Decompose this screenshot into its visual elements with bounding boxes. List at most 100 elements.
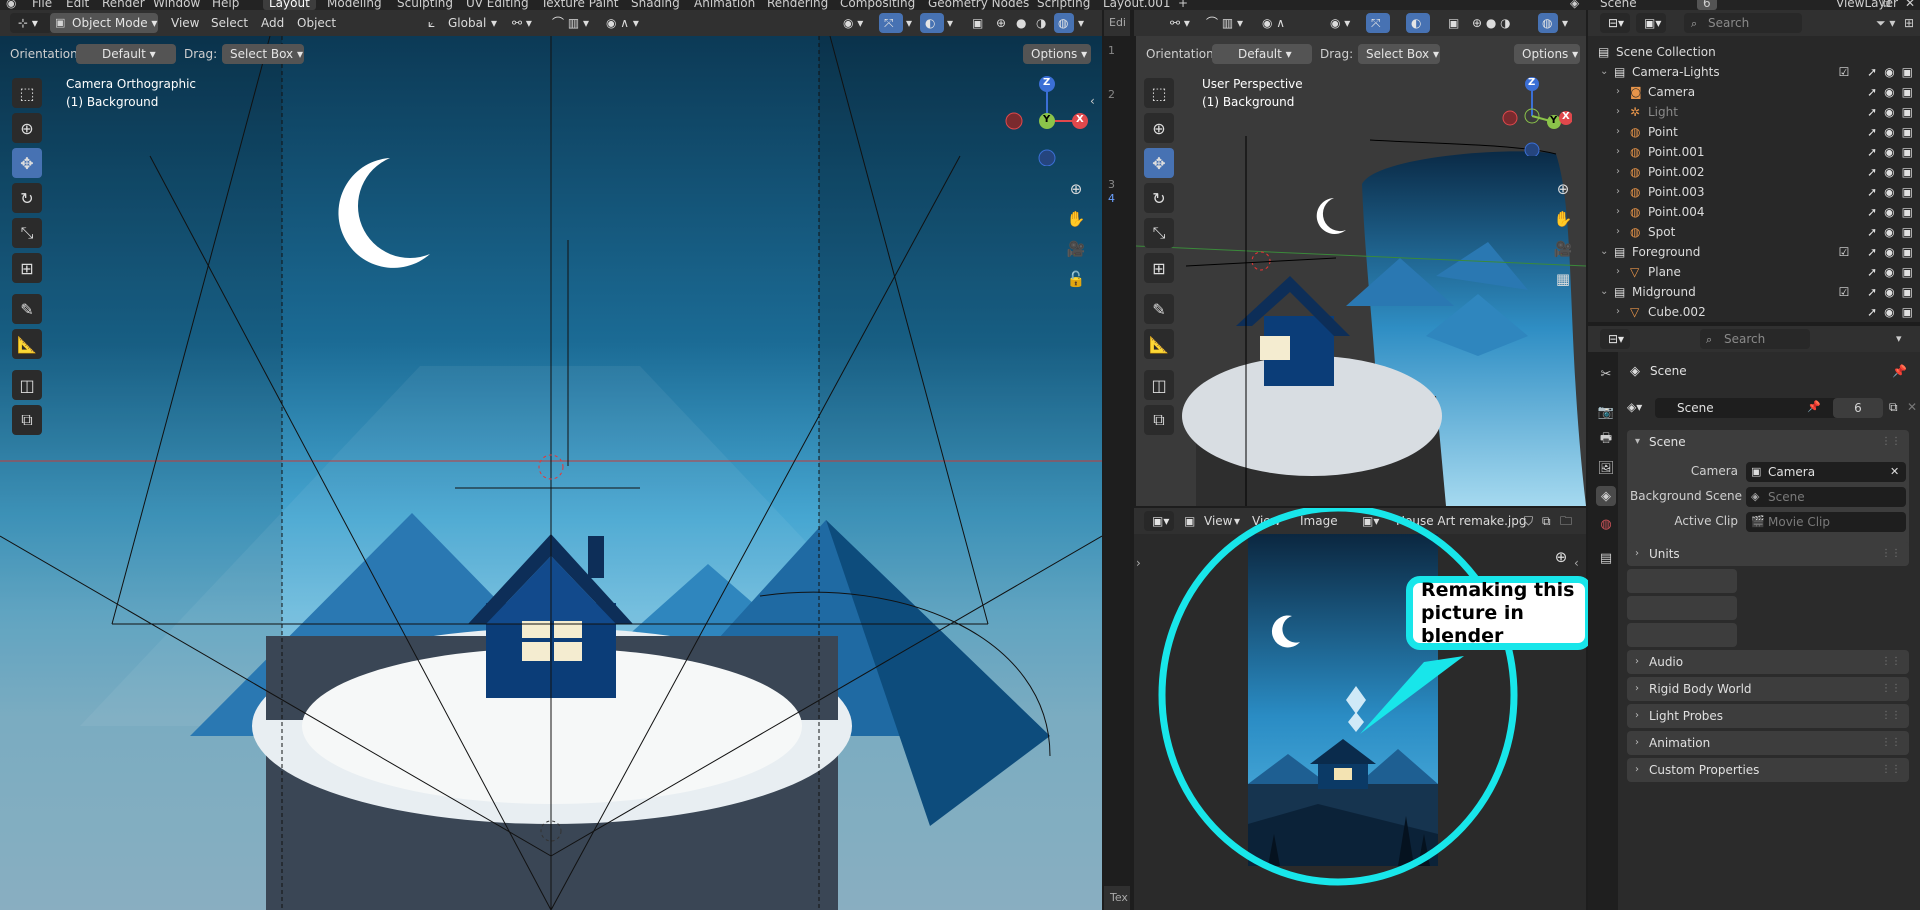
shading-wireframe-icon[interactable]: ⊕	[996, 13, 1006, 33]
outliner-row[interactable]: ⌄ ▤ Midground ☑ ➚◉▣	[1588, 282, 1920, 302]
sidebar-toggle-icon[interactable]: ‹	[1090, 94, 1095, 108]
scene-name-field[interactable]: Scene	[1655, 398, 1855, 418]
menu-help[interactable]: Help	[212, 0, 239, 10]
viewport-perspective[interactable]: ⚯ ▾ ⌒ ▥ ▾ ◉ ∧ ◉ ▾ ⤧ ◐ ▣ ⊕ ● ◑ ◍ ▾ ⬚ ⊕ ✥ …	[1134, 10, 1586, 506]
xray-toggle-icon[interactable]: ▣	[1448, 13, 1459, 33]
drag-dropdown[interactable]: Select Box ▾	[1358, 44, 1440, 64]
active-clip-field[interactable]: Movie Clip	[1746, 512, 1906, 532]
tab-layout[interactable]: Layout	[263, 0, 316, 10]
collection-tab-icon[interactable]: ▤	[1596, 548, 1616, 568]
clear-camera-icon[interactable]: ✕	[1890, 465, 1899, 478]
view-layer-copy-icon[interactable]: ⧉	[1882, 0, 1891, 10]
text-editor-footer-label[interactable]: Tex	[1110, 891, 1128, 904]
panel-rigid-body-world[interactable]: › Rigid Body World ⋮⋮	[1627, 677, 1909, 701]
panel-units[interactable]: › Units ⋮⋮	[1627, 542, 1909, 566]
zoom-icon[interactable]: ⊕	[1550, 176, 1576, 202]
xray-toggle-icon[interactable]: ▣	[972, 13, 983, 33]
rotate-tool-icon[interactable]: ↻	[1144, 183, 1174, 213]
new-collection-icon[interactable]: ⊞	[1904, 16, 1914, 30]
move-tool-icon[interactable]: ✥	[1144, 148, 1174, 178]
viewport-right-canvas[interactable]: ⬚ ⊕ ✥ ↻ ⤡ ⊞ ✎ 📐 ◫ ⧉ Orientation: Default…	[1136, 36, 1586, 506]
scene-datablock[interactable]: ◈▾ Scene 📌 6 ⧉ ✕	[1627, 398, 1917, 418]
outliner-row[interactable]: › ◍ Point ➚◉▣	[1588, 122, 1920, 142]
outliner-row[interactable]: › ◍ Point.001 ➚◉▣	[1588, 142, 1920, 162]
background-scene-field[interactable]: Scene	[1746, 487, 1906, 507]
tab-geometry-nodes[interactable]: Geometry Nodes	[928, 0, 1029, 10]
new-scene-icon[interactable]: ⧉	[1889, 400, 1898, 415]
tab-scripting[interactable]: Scripting	[1037, 0, 1090, 10]
object-tool-icon[interactable]: ⧉	[12, 405, 42, 435]
menu-render[interactable]: Render	[102, 0, 145, 10]
camera-view-icon[interactable]: 🎥	[1550, 236, 1576, 262]
transform-orientation-icon[interactable]: ⟀	[428, 13, 435, 33]
pan-hand-icon[interactable]: ✋	[1063, 206, 1089, 232]
drag-dropdown[interactable]: Select Box ▾	[222, 44, 304, 64]
visibility-toggles-icon[interactable]: ☑ ➚◉▣	[1839, 282, 1920, 302]
outliner-row[interactable]: ⌄ ▤ Foreground ☑ ➚◉▣	[1588, 242, 1920, 262]
scene-browse-icon[interactable]: ◈▾	[1627, 400, 1642, 414]
chevron-down-icon[interactable]: ▾	[1896, 332, 1902, 345]
scale-tool-icon[interactable]: ⤡	[1144, 218, 1174, 248]
panel-audio[interactable]: › Audio ⋮⋮	[1627, 650, 1909, 674]
shading-rendered-icon[interactable]: ◍	[1538, 13, 1558, 33]
mode-dropdown[interactable]: Object Mode ▾	[50, 13, 158, 33]
outliner[interactable]: ⊟▾ ▣▾ Search ⌕ ⏷ ▾ ⊞ ▤ Scene Collection ⌄ ▤…	[1588, 10, 1920, 322]
menu-add[interactable]: Add	[261, 13, 284, 33]
drag-grip-icon[interactable]: ⋮⋮	[1881, 704, 1901, 728]
world-tab-icon[interactable]: ◍	[1596, 514, 1616, 534]
view-layer-tab-icon[interactable]: 🖼	[1596, 458, 1616, 478]
snap-icon[interactable]: ⌒ ▥ ▾	[552, 13, 589, 33]
menu-select[interactable]: Select	[211, 13, 248, 33]
image-editor[interactable]: ▣▾ ▣ View ▾ View Image ▣▾ House Art rema…	[1134, 508, 1592, 910]
rotate-tool-icon[interactable]: ↻	[12, 183, 42, 213]
snap-icon[interactable]: ⌒ ▥ ▾	[1206, 13, 1243, 33]
drag-grip-icon[interactable]: ⋮⋮	[1881, 542, 1901, 566]
transform-orientation-dropdown[interactable]: Global	[448, 13, 486, 33]
pan-hand-icon[interactable]: ✋	[1550, 206, 1576, 232]
editor-type-button[interactable]: ⊟▾	[1600, 13, 1630, 33]
transform-tool-icon[interactable]: ⊞	[12, 253, 42, 283]
chevron-right-icon[interactable]: ›	[1616, 202, 1620, 222]
tab-rendering[interactable]: Rendering	[767, 0, 828, 10]
outliner-row[interactable]: › ◍ Point.002 ➚◉▣	[1588, 162, 1920, 182]
menu-edit[interactable]: Edit	[66, 0, 89, 10]
text-editor-header-label[interactable]: Edi	[1109, 16, 1126, 29]
visibility-toggles-icon[interactable]: ➚◉▣	[1867, 122, 1920, 142]
tab-shading[interactable]: Shading	[631, 0, 680, 10]
tool-tab-icon[interactable]: ✂	[1596, 364, 1616, 384]
delete-scene-icon[interactable]: ✕	[1907, 400, 1917, 414]
annotate-tool-icon[interactable]: ✎	[1144, 294, 1174, 324]
menu-view[interactable]: View	[171, 13, 199, 33]
proportional-edit-icon[interactable]: ◉ ∧	[1262, 13, 1285, 33]
gizmo-toggle-icon[interactable]: ⤧	[1366, 13, 1390, 33]
overlay-toggle-icon[interactable]: ◐	[1406, 13, 1430, 33]
panel-animation[interactable]: › Animation ⋮⋮	[1627, 731, 1909, 755]
shading-modes-icon[interactable]: ⊕ ● ◑	[1472, 13, 1511, 33]
outliner-row[interactable]: › ▽ Cube.002 ➚◉▣	[1588, 302, 1920, 322]
view-layer-delete-icon[interactable]: ✕	[1905, 0, 1915, 10]
tab-animation[interactable]: Animation	[694, 0, 755, 10]
outliner-row[interactable]: ▤ Scene Collection	[1588, 42, 1920, 62]
object-tool-icon[interactable]: ⧉	[1144, 405, 1174, 435]
output-tab-icon[interactable]: 🖶	[1596, 430, 1616, 450]
orientation-dropdown[interactable]: Default ▾	[76, 44, 176, 64]
options-button[interactable]: Options ▾	[1514, 44, 1580, 64]
visibility-icon[interactable]: ◉ ▾	[843, 13, 863, 33]
chevron-down-icon[interactable]: ⌄	[1600, 242, 1608, 262]
chevron-right-icon[interactable]: ›	[1616, 142, 1620, 162]
outliner-row[interactable]: › ◙ Camera ➚◉▣	[1588, 82, 1920, 102]
panel-custom-properties[interactable]: › Custom Properties ⋮⋮	[1627, 758, 1909, 782]
fake-user-icon[interactable]: 📌	[1807, 400, 1821, 413]
scale-tool-icon[interactable]: ⤡	[12, 218, 42, 248]
lock-camera-icon[interactable]: 🔓	[1063, 266, 1089, 292]
navigation-gizmo[interactable]: Z Y X	[1002, 76, 1092, 167]
measure-tool-icon[interactable]: 📐	[12, 329, 42, 359]
gizmo-toggle-icon[interactable]: ⤧	[879, 13, 903, 33]
scene-name[interactable]: Scene	[1600, 0, 1637, 10]
filter-icon[interactable]: ⏷ ▾	[1876, 16, 1895, 31]
text-editor[interactable]: Edi 1 2 3 4 Tex	[1104, 10, 1130, 910]
shading-solid-icon[interactable]: ●	[1016, 13, 1026, 33]
visibility-toggles-icon[interactable]: ☑ ➚◉▣	[1839, 62, 1920, 82]
pivot-icon[interactable]: ⚯ ▾	[512, 13, 532, 33]
chevron-right-icon[interactable]: ›	[1616, 102, 1620, 122]
